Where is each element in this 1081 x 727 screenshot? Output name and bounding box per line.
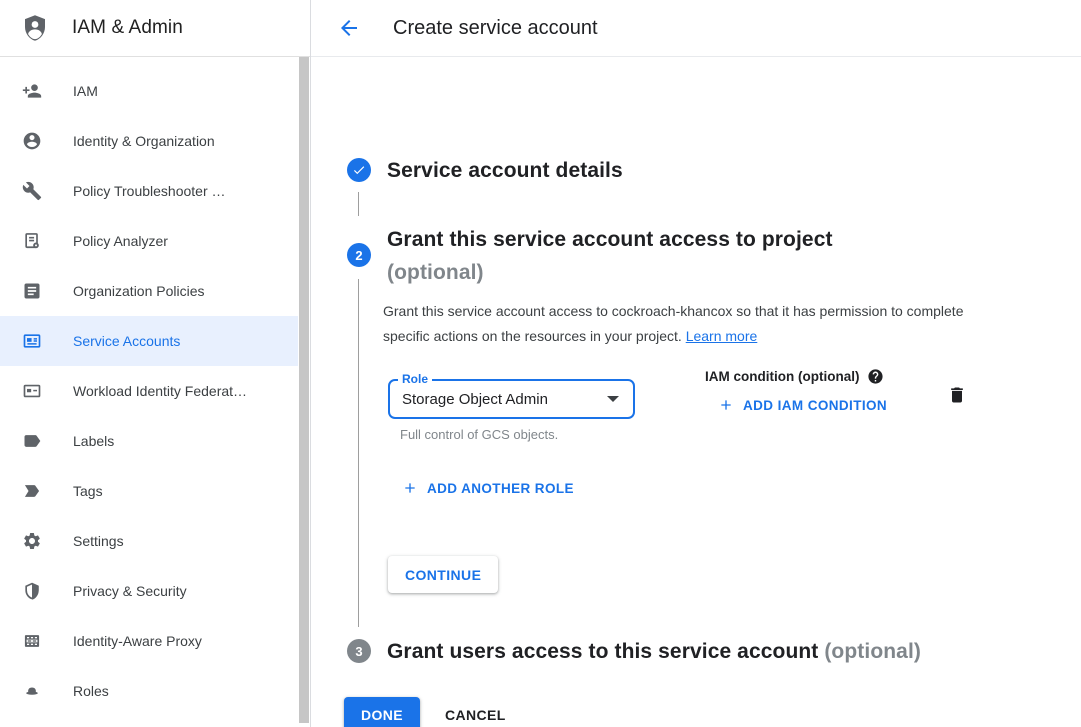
plus-icon xyxy=(718,397,734,413)
sidebar-item-label: Privacy & Security xyxy=(73,583,187,599)
step2-indicator: 2 xyxy=(347,243,371,267)
page-title: Create service account xyxy=(393,17,598,40)
step1-completed-indicator xyxy=(347,158,371,182)
plus-icon xyxy=(402,480,418,496)
step2-title: Grant this service account access to pro… xyxy=(387,223,947,289)
step3-optional-label: (optional) xyxy=(824,640,921,663)
role-field-label: Role xyxy=(398,372,432,386)
account-circle-icon xyxy=(22,131,42,151)
delete-role-button[interactable] xyxy=(947,384,967,408)
step2-optional-label: (optional) xyxy=(387,256,947,289)
sidebar-item-identity-organization[interactable]: Identity & Organization xyxy=(0,116,298,166)
continue-button[interactable]: CONTINUE xyxy=(388,556,498,593)
cancel-button[interactable]: CANCEL xyxy=(432,697,519,727)
sidebar-item-organization-policies[interactable]: Organization Policies xyxy=(0,266,298,316)
step2-description-text: Grant this service account access to coc… xyxy=(383,303,964,344)
add-iam-condition-label: ADD IAM CONDITION xyxy=(743,398,887,413)
dropdown-arrow-icon xyxy=(607,396,619,402)
sidebar-item-tags[interactable]: Tags xyxy=(0,466,298,516)
trash-icon xyxy=(947,385,967,405)
tag-arrow-icon xyxy=(22,481,42,501)
sidebar-item-roles[interactable]: Roles xyxy=(0,666,298,716)
iam-admin-console: IAM & Admin IAM Identity & Organization xyxy=(0,0,1081,727)
sidebar-item-label: Organization Policies xyxy=(73,283,205,299)
sidebar-item-label: Labels xyxy=(73,433,114,449)
sidebar-item-settings[interactable]: Settings xyxy=(0,516,298,566)
step-connector xyxy=(358,279,359,627)
sidebar-item-label: Workload Identity Federat… xyxy=(73,383,247,399)
sidebar-item-label: Service Accounts xyxy=(73,333,180,349)
film-grid-icon xyxy=(22,631,42,651)
document-lines-icon xyxy=(22,281,42,301)
done-button[interactable]: DONE xyxy=(344,697,420,727)
person-add-icon xyxy=(22,81,42,101)
wrench-icon xyxy=(22,181,42,201)
add-another-role-label: ADD ANOTHER ROLE xyxy=(427,481,574,496)
sidebar-item-label: Tags xyxy=(73,483,103,499)
check-icon xyxy=(352,163,366,177)
step3-title: Grant users access to this service accou… xyxy=(387,635,921,668)
sidebar: IAM & Admin IAM Identity & Organization xyxy=(0,0,311,727)
iam-shield-person-icon xyxy=(20,13,50,43)
step-connector xyxy=(358,192,359,216)
page-header: Create service account xyxy=(311,0,1081,57)
role-helper-text: Full control of GCS objects. xyxy=(400,427,558,442)
step2-title-text: Grant this service account access to pro… xyxy=(387,228,833,251)
service-account-icon xyxy=(22,331,42,351)
add-another-role-button[interactable]: ADD ANOTHER ROLE xyxy=(402,480,574,496)
arrow-back-icon xyxy=(337,16,361,40)
sidebar-item-policy-troubleshooter[interactable]: Policy Troubleshooter … xyxy=(0,166,298,216)
sidebar-item-label: Policy Analyzer xyxy=(73,233,168,249)
sidebar-item-privacy-security[interactable]: Privacy & Security xyxy=(0,566,298,616)
sidebar-title: IAM & Admin xyxy=(72,17,183,39)
sidebar-item-label: Settings xyxy=(73,533,124,549)
label-icon xyxy=(22,431,42,451)
document-gear-icon xyxy=(22,231,42,251)
step2-description: Grant this service account access to coc… xyxy=(383,299,987,349)
sidebar-nav: IAM Identity & Organization Policy Troub… xyxy=(0,57,298,716)
back-button[interactable] xyxy=(337,16,361,40)
hat-icon xyxy=(22,681,42,701)
iam-condition-label: IAM condition (optional) xyxy=(705,369,859,384)
learn-more-link[interactable]: Learn more xyxy=(686,328,758,344)
step3-indicator: 3 xyxy=(347,639,371,663)
sidebar-header: IAM & Admin xyxy=(0,0,310,57)
sidebar-item-policy-analyzer[interactable]: Policy Analyzer xyxy=(0,216,298,266)
main-panel: Create service account Service account d… xyxy=(311,0,1081,727)
wizard: Service account details 2 Grant this ser… xyxy=(311,57,1081,727)
sidebar-item-service-accounts[interactable]: Service Accounts xyxy=(0,316,298,366)
step3-title-text: Grant users access to this service accou… xyxy=(387,640,818,663)
sidebar-item-workload-identity-federation[interactable]: Workload Identity Federat… xyxy=(0,366,298,416)
gear-icon xyxy=(22,531,42,551)
id-card-icon xyxy=(22,381,42,401)
add-iam-condition-button[interactable]: ADD IAM CONDITION xyxy=(718,397,887,413)
iam-condition-header: IAM condition (optional) xyxy=(705,368,884,385)
sidebar-item-label: Roles xyxy=(73,683,109,699)
sidebar-item-label: Identity-Aware Proxy xyxy=(73,633,202,649)
step1-title[interactable]: Service account details xyxy=(387,154,623,187)
help-icon[interactable] xyxy=(867,368,884,385)
sidebar-item-identity-aware-proxy[interactable]: Identity-Aware Proxy xyxy=(0,616,298,666)
sidebar-item-label: Policy Troubleshooter … xyxy=(73,183,226,199)
sidebar-scrollbar[interactable] xyxy=(299,57,309,723)
sidebar-item-label: IAM xyxy=(73,83,98,99)
role-dropdown[interactable]: Role Storage Object Admin xyxy=(388,379,635,419)
sidebar-item-labels[interactable]: Labels xyxy=(0,416,298,466)
shield-icon xyxy=(22,581,42,601)
role-selected-value: Storage Object Admin xyxy=(390,391,607,408)
step3-number: 3 xyxy=(355,644,362,659)
step2-number: 2 xyxy=(355,248,362,263)
sidebar-item-label: Identity & Organization xyxy=(73,133,215,149)
sidebar-item-iam[interactable]: IAM xyxy=(0,66,298,116)
